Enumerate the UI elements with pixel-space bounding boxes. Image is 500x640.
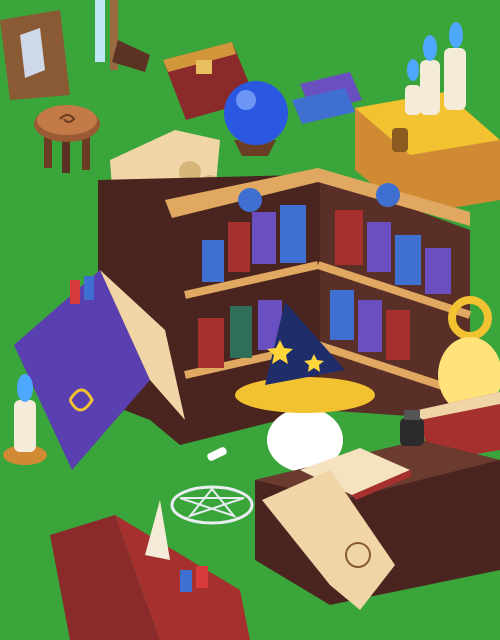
hat-brim [235,377,375,413]
shelf-gem-icon [238,188,262,212]
game-scene [0,0,500,640]
candle-flame-icon [423,35,437,61]
